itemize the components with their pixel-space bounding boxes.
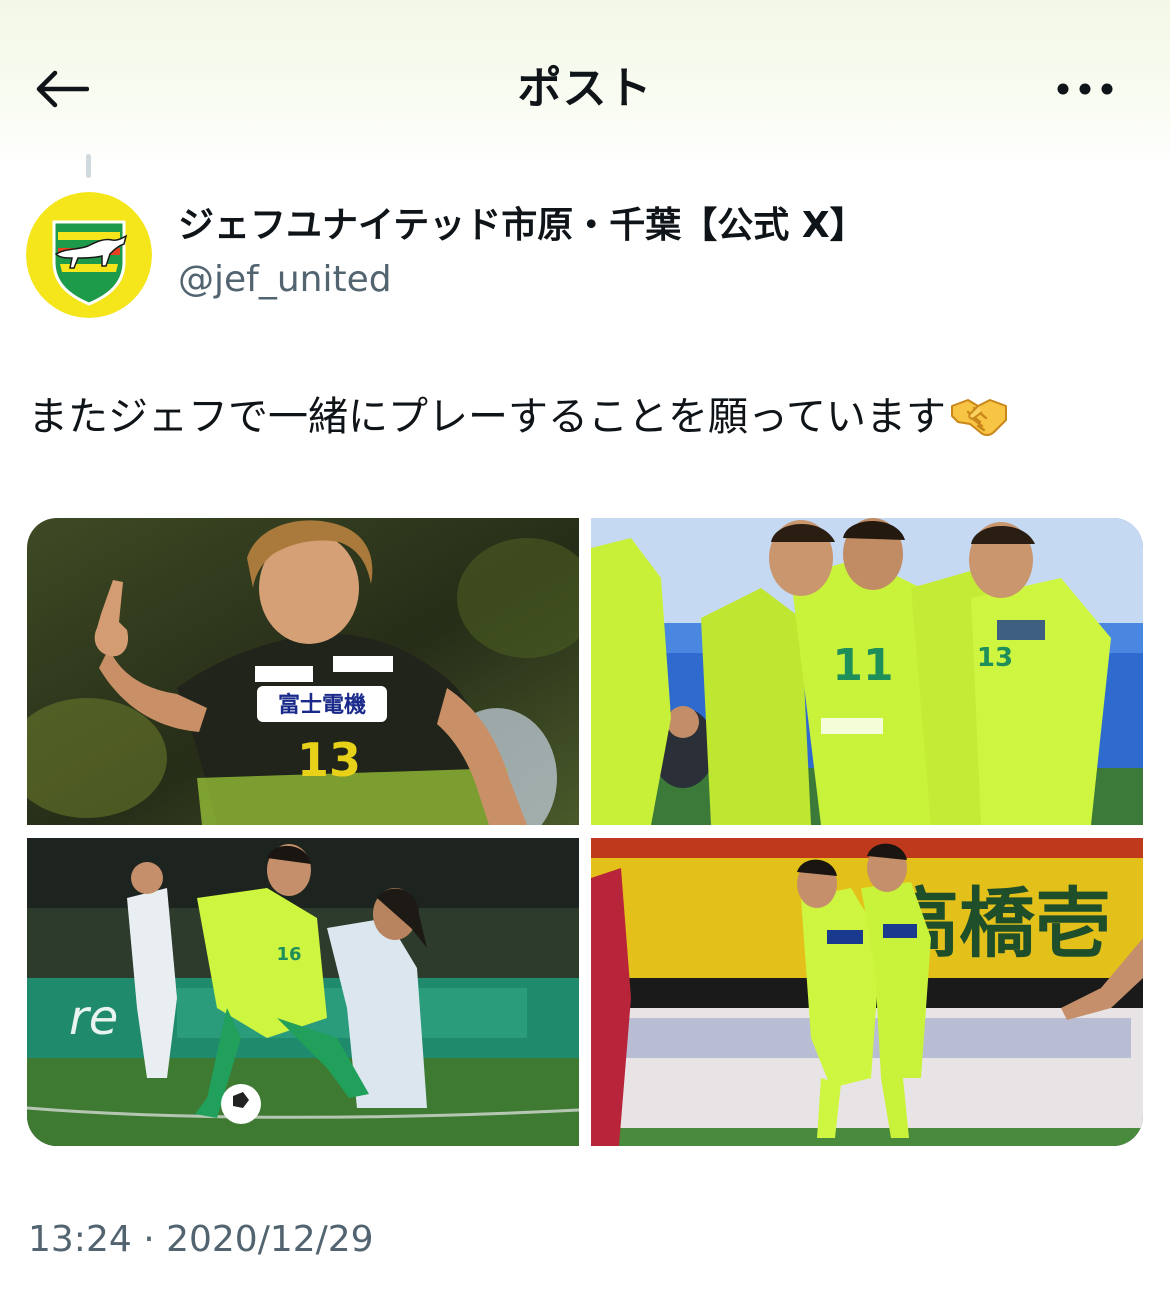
svg-text:re: re [69,990,118,1046]
top-bar: ポスト [0,0,1170,178]
author-display-name[interactable]: ジェフユナイテッド市原・千葉【公式 X】 [178,200,866,252]
photo-player-16-dribbling: re 16 [27,838,579,1146]
handshake-emoji [951,399,1007,436]
thread-connector-line [86,154,91,178]
photo-3-number: 16 [276,944,301,965]
photo-1-sponsor-text: 富士電機 [278,692,366,718]
photo-1[interactable]: 富士電機 13 [27,518,579,825]
photo-player-13-pointing: 富士電機 13 [27,518,579,825]
svg-text:11: 11 [832,640,893,691]
photo-4[interactable]: 高橋壱 [591,838,1143,1146]
avatar[interactable] [26,192,152,318]
media-grid: 富士電機 13 11 13 re 16 高橋壱 [27,518,1143,1146]
author-handle[interactable]: @jef_united [178,254,392,306]
photo-1-number: 13 [297,733,361,787]
club-crest-logo [26,192,152,318]
photo-3[interactable]: re 16 [27,838,579,1146]
photo-two-players-celebrating: 高橋壱 [591,838,1143,1146]
more-options-button[interactable] [1042,58,1128,120]
post-text: またジェフで一緒にプレーすることを願っています [28,394,946,440]
svg-text:13: 13 [977,643,1013,673]
photo-2[interactable]: 11 13 [591,518,1143,825]
post-detail-page: ポスト ジェフユナイテッド市原・千葉【公式 X】 @jef_united またジ… [0,0,1170,1298]
more-horizontal-icon [1057,83,1113,95]
photo-team-celebration: 11 13 [591,518,1143,825]
post-timestamp[interactable]: 13:24 · 2020/12/29 [28,1212,374,1268]
post-body: またジェフで一緒にプレーすることを願っています [28,386,1010,448]
page-title: ポスト [517,63,653,114]
